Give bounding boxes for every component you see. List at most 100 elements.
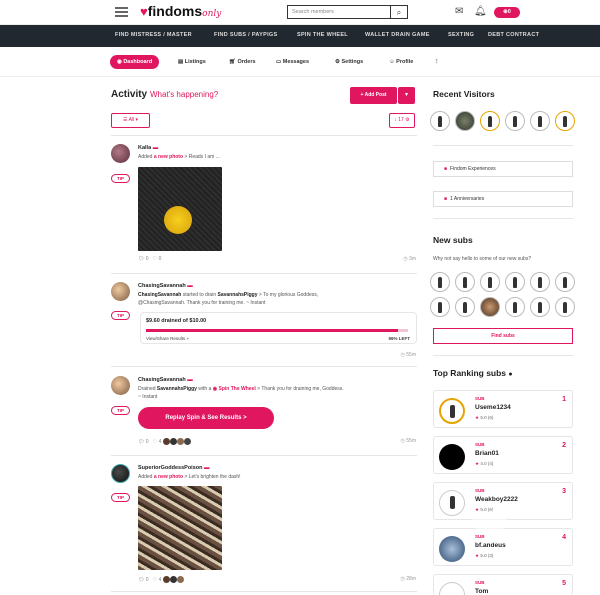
nav-wallet-drain[interactable]: WALLET DRAIN GAME — [365, 32, 430, 38]
post-time: ◷ 55m — [400, 438, 417, 444]
avatar[interactable] — [111, 464, 130, 483]
tip-button[interactable]: TIP — [111, 406, 130, 415]
search-icon[interactable]: ⌕ — [391, 5, 408, 19]
anniversaries-link[interactable]: ■ 1 Anniversaries — [433, 191, 573, 207]
star-icon: ★ — [475, 553, 480, 558]
nav-debt-contract[interactable]: DEBT CONTRACT — [488, 32, 539, 38]
ranking-card[interactable]: SUB bf.andeus ★ 5.0 (3) 4 — [433, 528, 573, 566]
divider — [433, 218, 573, 219]
flower-image — [164, 206, 192, 234]
avatar[interactable] — [111, 376, 130, 395]
activity-title: Activity — [111, 89, 148, 100]
post-author[interactable]: ChasingSavannah ▬ — [138, 283, 193, 289]
new-sub-avatar[interactable] — [455, 297, 475, 317]
nav-spin-wheel[interactable]: SPIN THE WHEEL — [297, 32, 348, 38]
new-sub-avatar[interactable] — [430, 272, 450, 292]
nav-find-mistress[interactable]: FIND MISTRESS / MASTER — [115, 32, 192, 38]
ranking-card[interactable]: SUB Brian01 ★ 4.0 (4) 2 — [433, 436, 573, 474]
divider — [111, 591, 417, 592]
search-input[interactable]: Search members — [287, 5, 391, 19]
tip-button[interactable]: TIP — [111, 493, 130, 502]
tab-messages[interactable]: ▭ Messages — [276, 55, 309, 69]
tab-orders[interactable]: 🛒︎ Orders — [229, 55, 256, 69]
more-menu-icon[interactable]: ⋮ — [434, 55, 440, 69]
liker-avatar[interactable] — [169, 576, 177, 583]
ranking-card[interactable]: SUB Weakboy2222 ★ 5.0 (6) 3 — [433, 482, 573, 520]
avatar[interactable] — [111, 144, 130, 163]
liker-avatar[interactable] — [169, 438, 177, 445]
visitor-avatar[interactable] — [530, 111, 550, 131]
recent-visitors-title: Recent Visitors — [433, 89, 495, 99]
new-sub-avatar[interactable] — [505, 272, 525, 292]
find-subs-button[interactable]: Find subs — [433, 328, 573, 344]
liker-avatar[interactable] — [176, 576, 184, 583]
top-header: ♥findomsonly Search members ⌕ ✉ 🔔︎ ⊕0 — [0, 0, 600, 25]
tab-profile[interactable]: ☺ Profile — [389, 55, 413, 69]
bell-icon[interactable]: 🔔︎ — [474, 6, 487, 17]
liker-avatar[interactable] — [162, 438, 170, 445]
visitor-avatar[interactable] — [430, 111, 450, 131]
flag-icon: ▬ — [204, 465, 210, 471]
divider — [111, 455, 417, 456]
tip-button[interactable]: TIP — [111, 174, 130, 183]
add-post-dropdown-icon[interactable]: ▾ — [398, 87, 415, 104]
tab-listings[interactable]: ▤ Listings — [178, 55, 206, 69]
nav-find-subs[interactable]: FIND SUBS / PAYPIGS — [214, 32, 277, 38]
info-icon[interactable]: ● — [508, 371, 512, 378]
avatar[interactable] — [111, 282, 130, 301]
mail-icon[interactable]: ✉ — [455, 6, 463, 17]
wallet-drain-card[interactable]: $9.60 drained of $10.00 View/Share Resul… — [140, 312, 417, 344]
nav-sexting[interactable]: SEXTING — [448, 32, 474, 38]
tab-dashboard[interactable]: ◉ Dashboard — [110, 55, 160, 69]
ranking-card[interactable]: SUB Tom 5 — [433, 574, 573, 595]
new-sub-avatar[interactable] — [530, 297, 550, 317]
liker-avatar[interactable] — [176, 438, 184, 445]
tip-button[interactable]: TIP — [111, 311, 130, 320]
visitor-avatar[interactable] — [505, 111, 525, 131]
main-nav: FIND MISTRESS / MASTER FIND SUBS / PAYPI… — [0, 25, 600, 47]
view-share-results-link[interactable]: View/Share Results » — [146, 336, 189, 341]
credits-badge[interactable]: ⊕0 — [494, 7, 520, 18]
ranking-card[interactable]: SUB Useme1234 ★ 5.0 (6) 1 — [433, 390, 573, 428]
new-sub-avatar[interactable] — [430, 297, 450, 317]
new-subs-description: Why not say hello to some of our new sub… — [433, 256, 532, 262]
new-sub-avatar[interactable] — [555, 272, 575, 292]
post-time: ◷ 28m — [400, 576, 417, 582]
visitor-avatar[interactable] — [480, 111, 500, 131]
new-sub-avatar[interactable] — [480, 297, 500, 317]
post-text: ChasingSavannah started to drain Savanna… — [138, 292, 319, 298]
new-sub-avatar[interactable] — [505, 297, 525, 317]
liker-avatar[interactable] — [183, 438, 191, 445]
post-photo[interactable] — [138, 167, 222, 251]
new-sub-avatar[interactable] — [530, 272, 550, 292]
avatar — [439, 582, 465, 595]
post-author[interactable]: SuperiorGoddessPoison ▬ — [138, 465, 210, 471]
drain-left-label: 96% LEFT — [388, 336, 410, 341]
findom-experiences-link[interactable]: ■ Findom Experiences — [433, 161, 573, 177]
lock-icon: ■ — [444, 166, 448, 172]
add-post-button[interactable]: + Add Post — [350, 87, 397, 104]
visitor-avatar[interactable] — [455, 111, 475, 131]
site-logo[interactable]: ♥findomsonly — [140, 3, 221, 19]
new-sub-avatar[interactable] — [455, 272, 475, 292]
activity-count-filter[interactable]: ↓ 17 ⚙ — [389, 113, 415, 128]
menu-icon[interactable] — [115, 7, 128, 17]
filter-all-dropdown[interactable]: ☰ All ▾ — [111, 113, 150, 128]
post-time: ◷ 55m — [400, 352, 417, 358]
dashboard-tabs: ◉ Dashboard ▤ Listings 🛒︎ Orders ▭ Messa… — [0, 47, 600, 77]
flag-icon: ▬ — [187, 283, 193, 289]
post-author[interactable]: ChasingSavannah ▬ — [138, 377, 193, 383]
drain-progress-fill — [146, 329, 398, 332]
post-text: Drained SavannahsPiggy with a ◉ Spin The… — [138, 386, 344, 392]
avatar — [439, 398, 465, 424]
replay-spin-button[interactable]: Replay Spin & See Results > — [138, 407, 274, 429]
post-author[interactable]: Kalla ▬ — [138, 145, 158, 151]
liker-avatar[interactable] — [162, 576, 170, 583]
post-photo[interactable] — [138, 486, 222, 570]
star-icon: ★ — [475, 461, 480, 466]
visitor-avatar[interactable] — [555, 111, 575, 131]
new-sub-avatar[interactable] — [555, 297, 575, 317]
new-sub-avatar[interactable] — [480, 272, 500, 292]
activity-subtitle[interactable]: What's happening? — [150, 90, 218, 99]
tab-settings[interactable]: ⚙ Settings — [335, 55, 363, 69]
